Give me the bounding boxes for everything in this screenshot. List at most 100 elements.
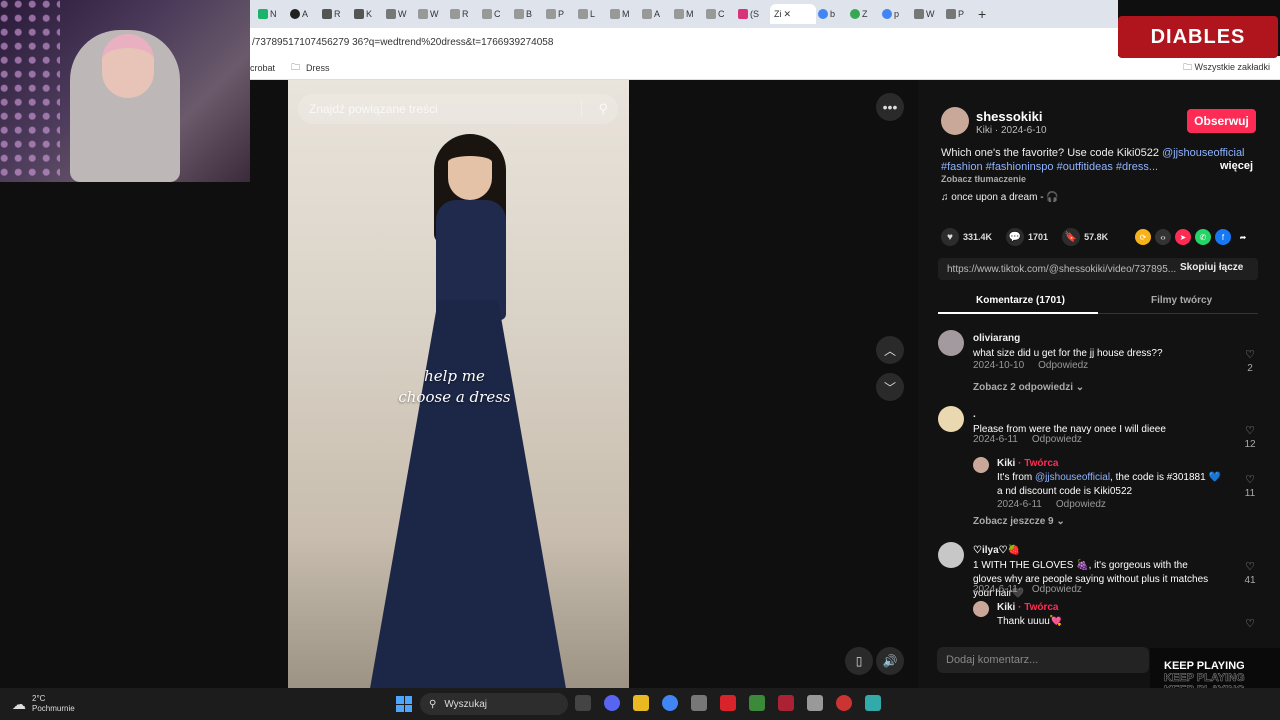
tab-label: C bbox=[718, 9, 725, 19]
tab-label: L bbox=[590, 9, 596, 19]
comment-user[interactable]: . bbox=[973, 409, 976, 420]
comment-user[interactable]: Kiki · Twórca bbox=[997, 458, 1059, 469]
taskbar-search[interactable]: ⚲ Wyszukaj bbox=[420, 693, 568, 715]
avatar[interactable] bbox=[938, 406, 964, 432]
pip-icon[interactable]: ▯ bbox=[845, 647, 873, 675]
comment-like[interactable]: ♡ 11 bbox=[1240, 473, 1258, 499]
chevron-down-icon[interactable]: ﹀ bbox=[876, 373, 904, 401]
reply-button[interactable]: Odpowiedz bbox=[1032, 584, 1082, 595]
comment-like[interactable]: ♡ 12 bbox=[1240, 424, 1258, 450]
author-name[interactable]: shessokiki bbox=[976, 109, 1043, 124]
bookmark-item[interactable]: Dress bbox=[306, 63, 330, 73]
like-button[interactable]: ♥ 331.4K bbox=[941, 228, 992, 246]
app-icon[interactable] bbox=[778, 695, 794, 711]
browser-tab[interactable]: C bbox=[482, 4, 512, 24]
browser-tab[interactable]: L bbox=[578, 4, 608, 24]
music-link[interactable]: ♫ once upon a dream - 🎧 bbox=[941, 192, 1059, 203]
address-bar[interactable]: /73789517107456279 36?q=wedtrend%20dress… bbox=[250, 28, 1118, 56]
browser-tab[interactable]: P bbox=[546, 4, 576, 24]
reply-button[interactable]: Odpowiedz bbox=[1032, 434, 1082, 445]
tab-label: M bbox=[622, 9, 630, 19]
save-button[interactable]: 🔖 57.8K bbox=[1062, 228, 1108, 246]
translate-link[interactable]: Zobacz tłumaczenie bbox=[941, 174, 1026, 184]
reply-button[interactable]: Odpowiedz bbox=[1056, 499, 1106, 510]
more-options-icon[interactable]: ••• bbox=[876, 93, 904, 121]
comment-like[interactable]: ♡ bbox=[1240, 617, 1258, 630]
bookmark-item[interactable]: crobat bbox=[250, 63, 275, 73]
windows-start-icon[interactable] bbox=[396, 696, 412, 712]
whatsapp-icon[interactable]: ✆ bbox=[1195, 229, 1211, 245]
file-explorer-icon[interactable] bbox=[633, 695, 649, 711]
browser-tab[interactable]: (S bbox=[738, 4, 768, 24]
view-replies-button[interactable]: Zobacz jeszcze 9 ⌄ bbox=[973, 516, 1065, 527]
comment-user[interactable]: ♡ilya♡🍓 bbox=[973, 545, 1020, 556]
comment-icon: 💬 bbox=[1006, 228, 1025, 246]
browser-tab[interactable]: R bbox=[450, 4, 480, 24]
weather-widget[interactable]: ☁ 2°C Pochmurnie bbox=[12, 694, 75, 714]
comment-user[interactable]: oliviarang bbox=[973, 333, 1020, 344]
keep-playing-ghost-text: KEEP PLAYING bbox=[1164, 672, 1245, 685]
tab-comments[interactable]: Komentarze (1701) bbox=[976, 295, 1065, 306]
app-icon[interactable] bbox=[749, 695, 765, 711]
comment-like[interactable]: ♡ 2 bbox=[1240, 348, 1258, 374]
more-button[interactable]: więcej bbox=[1220, 160, 1253, 172]
add-comment-input[interactable]: Dodaj komentarz... bbox=[937, 647, 1149, 673]
avatar[interactable] bbox=[938, 542, 964, 568]
composer-placeholder: Dodaj komentarz... bbox=[946, 654, 1039, 666]
app-icon[interactable] bbox=[720, 695, 736, 711]
browser-tab[interactable]: M bbox=[674, 4, 704, 24]
browser-tab[interactable]: R bbox=[322, 4, 352, 24]
browser-tab[interactable]: Z bbox=[850, 4, 880, 24]
avatar[interactable] bbox=[941, 107, 969, 135]
browser-tab[interactable]: W bbox=[386, 4, 416, 24]
app-icon[interactable] bbox=[691, 695, 707, 711]
browser-tab-active[interactable]: Zi ✕ bbox=[770, 4, 816, 24]
browser-tab[interactable]: A bbox=[290, 4, 320, 24]
mention-link[interactable]: @jjshouseofficial bbox=[1035, 472, 1110, 483]
share-arrow-icon[interactable]: ➦ bbox=[1235, 229, 1251, 245]
avatar[interactable] bbox=[938, 330, 964, 356]
browser-tab[interactable]: N bbox=[258, 4, 288, 24]
browser-tab[interactable]: C bbox=[706, 4, 736, 24]
browser-tab[interactable]: p bbox=[882, 4, 912, 24]
browser-tab[interactable]: P bbox=[946, 4, 976, 24]
view-replies-button[interactable]: Zobacz 2 odpowiedzi ⌄ bbox=[973, 382, 1084, 393]
new-tab-button[interactable]: + bbox=[978, 4, 1008, 24]
browser-tab[interactable]: W bbox=[418, 4, 448, 24]
task-view-icon[interactable] bbox=[575, 695, 591, 711]
browser-tab[interactable]: K bbox=[354, 4, 384, 24]
browser-tab[interactable]: W bbox=[914, 4, 944, 24]
discord-icon[interactable] bbox=[604, 695, 620, 711]
volume-icon[interactable]: 🔊 bbox=[876, 647, 904, 675]
comment-user[interactable]: Kiki · Twórca bbox=[997, 602, 1059, 613]
reply-button[interactable]: Odpowiedz bbox=[1038, 360, 1088, 371]
tab-creator-videos[interactable]: Filmy twórcy bbox=[1151, 295, 1212, 306]
app-icon[interactable] bbox=[807, 695, 823, 711]
mention-link[interactable]: @jjshouseofficial bbox=[1162, 147, 1245, 159]
app-icon[interactable] bbox=[865, 695, 881, 711]
app-icon[interactable] bbox=[836, 695, 852, 711]
reply-item: Kiki · Twórca Thank uuuu💘 ♡ bbox=[938, 601, 1258, 630]
send-icon[interactable]: ➤ bbox=[1175, 229, 1191, 245]
all-bookmarks[interactable]: 🗀 Wszystkie zakładki bbox=[1183, 60, 1270, 76]
video-player[interactable]: help me choose a dress bbox=[288, 80, 629, 688]
copy-link-button[interactable]: Skopiuj łącze bbox=[1180, 262, 1243, 273]
browser-tab[interactable]: b bbox=[818, 4, 848, 24]
close-tab-icon[interactable]: ✕ bbox=[784, 9, 792, 20]
hashtags[interactable]: #fashion #fashioninspo #outfitideas #dre… bbox=[941, 161, 1158, 173]
repost-icon[interactable]: ⟳ bbox=[1135, 229, 1151, 245]
search-icon[interactable]: ⚲ bbox=[598, 101, 608, 117]
related-search-input[interactable]: Znajdź powiązane treści ⚲ bbox=[298, 94, 618, 124]
chevron-up-icon[interactable]: ︿ bbox=[876, 336, 904, 364]
embed-icon[interactable]: ‹› bbox=[1155, 229, 1171, 245]
follow-button[interactable]: Obserwuj bbox=[1187, 109, 1256, 133]
browser-tab[interactable]: B bbox=[514, 4, 544, 24]
comment-button[interactable]: 💬 1701 bbox=[1006, 228, 1048, 246]
avatar[interactable] bbox=[973, 601, 989, 617]
browser-tab[interactable]: A bbox=[642, 4, 672, 24]
comment-like[interactable]: ♡ 41 bbox=[1240, 560, 1258, 586]
browser-tab[interactable]: M bbox=[610, 4, 640, 24]
facebook-icon[interactable]: f bbox=[1215, 229, 1231, 245]
avatar[interactable] bbox=[973, 457, 989, 473]
chrome-icon[interactable] bbox=[662, 695, 678, 711]
